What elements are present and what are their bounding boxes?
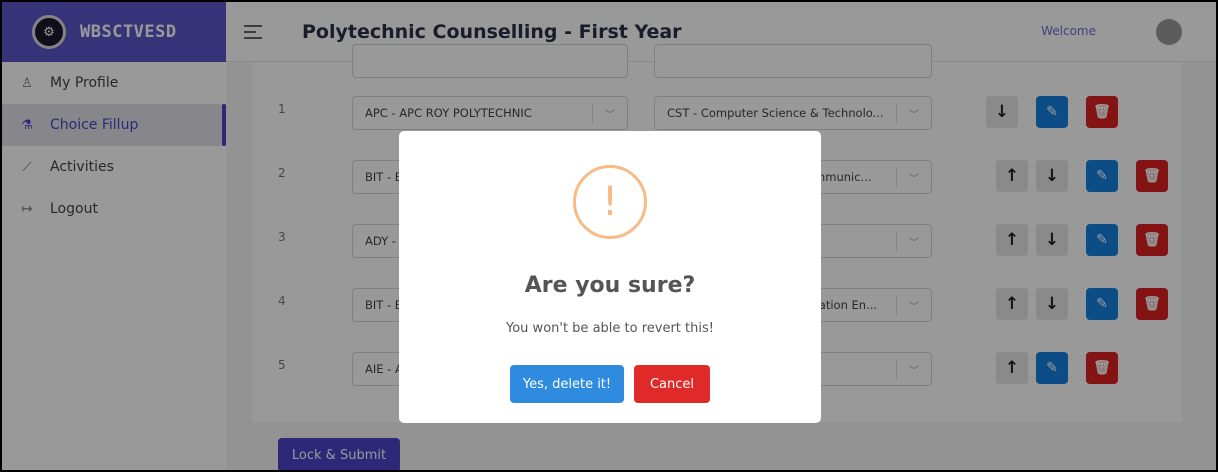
cancel-button[interactable]: Cancel xyxy=(634,365,710,403)
dialog-message: You won't be able to revert this! xyxy=(506,321,714,336)
confirm-dialog: ! Are you sure? You won't be able to rev… xyxy=(399,131,821,423)
confirm-delete-button[interactable]: Yes, delete it! xyxy=(510,365,624,403)
dialog-title: Are you sure? xyxy=(524,273,696,298)
warning-icon: ! xyxy=(573,165,647,239)
